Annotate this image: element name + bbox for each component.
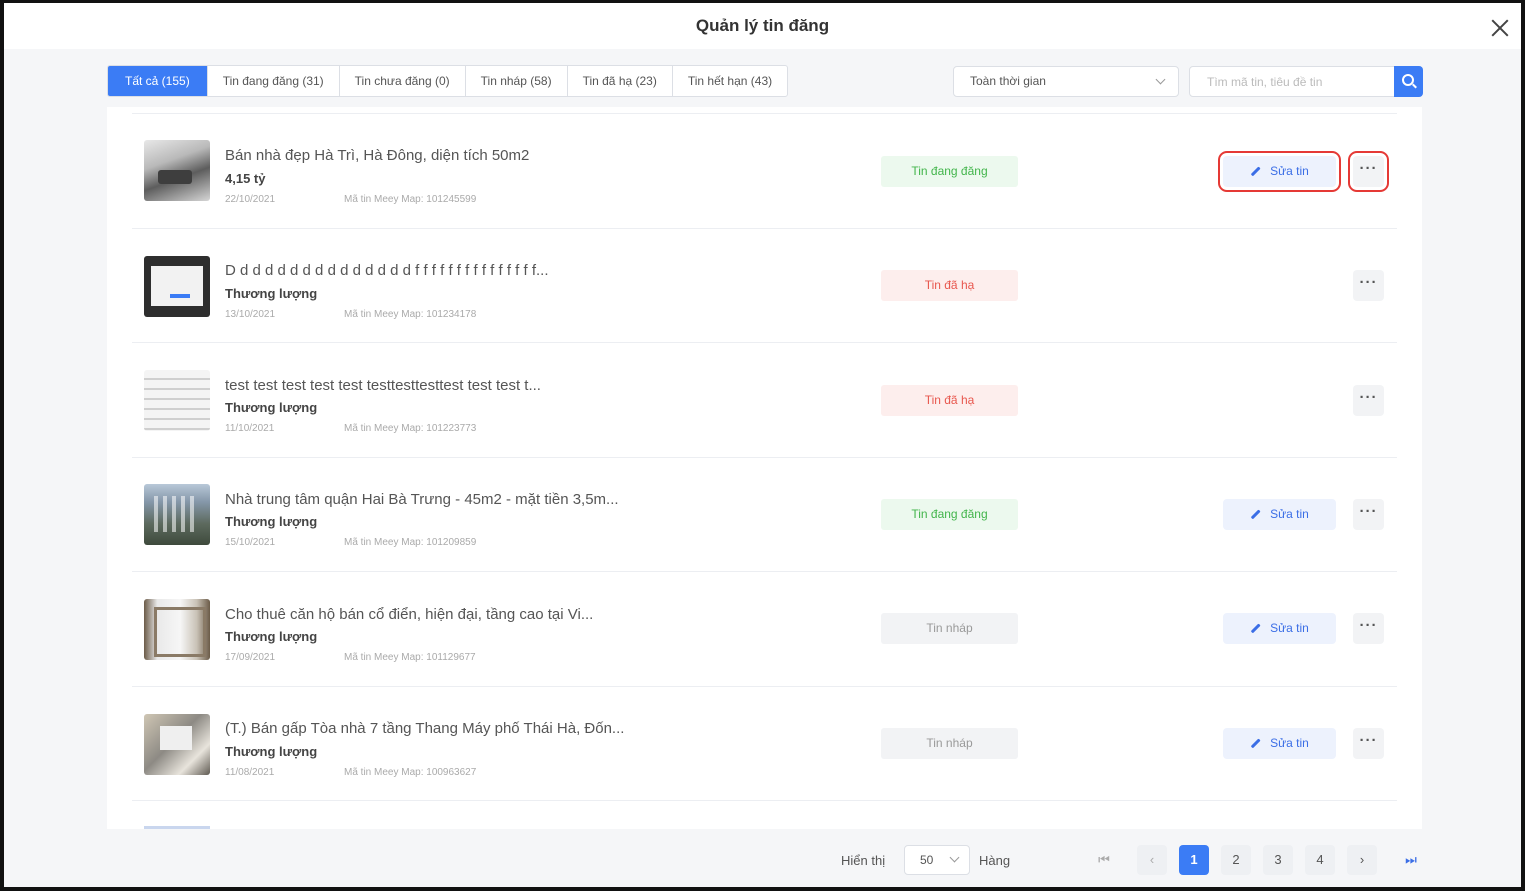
- listing-code: Mã tin Meey Map: 101234178: [344, 309, 477, 320]
- rows-label: Hàng: [979, 853, 1011, 868]
- listing-thumbnail[interactable]: [144, 484, 210, 545]
- edit-listing-button[interactable]: Sửa tin: [1223, 728, 1336, 759]
- listing-price: Thương lượng: [225, 400, 318, 415]
- listing-date: 15/10/2021: [225, 537, 276, 548]
- listing-thumbnail[interactable]: [144, 714, 210, 775]
- listing-title[interactable]: test test test test test testtesttesttes…: [225, 377, 541, 394]
- edit-listing-button[interactable]: Sửa tin: [1223, 613, 1336, 644]
- more-options-button[interactable]: ···: [1353, 270, 1384, 301]
- listing-row[interactable]: Bán nhà đẹp Hà Trì, Hà Đông, diện tích 5…: [132, 113, 1397, 228]
- listing-code: Mã tin Meey Map: 101129677: [344, 652, 476, 663]
- listing-title[interactable]: (T.) Bán gấp Tòa nhà 7 tầng Thang Máy ph…: [225, 720, 624, 737]
- listing-code: Mã tin Meey Map: 101223773: [344, 423, 477, 434]
- listing-date: 11/08/2021: [225, 767, 275, 778]
- status-badge: Tin đã hạ: [881, 385, 1018, 416]
- status-badge: Tin nháp: [881, 613, 1018, 644]
- tab-unpublished[interactable]: Tin chưa đăng (0): [340, 66, 466, 96]
- listing-code: Mã tin Meey Map: 101245599: [344, 194, 477, 205]
- page-size-select[interactable]: 50: [904, 845, 970, 875]
- listing-title[interactable]: Bán nhà đẹp Hà Trì, Hà Đông, diện tích 5…: [225, 147, 529, 164]
- listing-thumbnail[interactable]: [144, 256, 210, 317]
- more-options-button[interactable]: ···: [1353, 499, 1384, 530]
- listing-thumbnail[interactable]: [144, 140, 210, 201]
- first-page-icon[interactable]: ⏮: [1089, 845, 1119, 875]
- page-4-button[interactable]: 4: [1305, 845, 1335, 875]
- page-size-value: 50: [920, 853, 934, 867]
- search-box: [1189, 66, 1423, 97]
- pencil-icon: [1250, 509, 1261, 519]
- tab-active-listings[interactable]: Tin đang đăng (31): [208, 66, 340, 96]
- status-tabs: Tất cả (155) Tin đang đăng (31) Tin chưa…: [107, 65, 789, 97]
- listing-price: Thương lượng: [225, 514, 318, 529]
- listing-row-partial: [132, 800, 1397, 829]
- listing-row[interactable]: Cho thuê căn hộ bán cổ điển, hiện đại, t…: [132, 571, 1397, 686]
- tab-taken-down[interactable]: Tin đã hạ (23): [568, 66, 673, 96]
- listing-row[interactable]: test test test test test testtesttesttes…: [132, 342, 1397, 457]
- listing-thumbnail-partial: [144, 826, 210, 829]
- next-page-icon[interactable]: ›: [1347, 845, 1377, 875]
- pencil-icon: [1250, 738, 1261, 748]
- listing-thumbnail[interactable]: [144, 599, 210, 660]
- listing-list: Bán nhà đẹp Hà Trì, Hà Đông, diện tích 5…: [107, 107, 1422, 829]
- chevron-down-icon: [1155, 74, 1166, 85]
- listing-row[interactable]: (T.) Bán gấp Tòa nhà 7 tầng Thang Máy ph…: [132, 686, 1397, 801]
- more-options-button[interactable]: ···: [1353, 385, 1384, 416]
- last-page-icon[interactable]: ⏭: [1396, 845, 1426, 875]
- status-badge: Tin nháp: [881, 728, 1018, 759]
- pencil-icon: [1250, 623, 1261, 633]
- pencil-icon: [1250, 166, 1261, 176]
- more-options-button[interactable]: ···: [1348, 151, 1389, 192]
- status-badge: Tin đã hạ: [881, 270, 1018, 301]
- time-filter-value: Toàn thời gian: [970, 74, 1046, 88]
- listing-row[interactable]: Nhà trung tâm quận Hai Bà Trưng - 45m2 -…: [132, 457, 1397, 572]
- time-filter-select[interactable]: Toàn thời gian: [953, 66, 1179, 97]
- page-2-button[interactable]: 2: [1221, 845, 1251, 875]
- listing-date: 17/09/2021: [225, 652, 276, 663]
- listing-title[interactable]: Nhà trung tâm quận Hai Bà Trưng - 45m2 -…: [225, 491, 619, 508]
- listing-row[interactable]: D d d d d d d d d d d d d d d f f f f f …: [132, 228, 1397, 343]
- page-3-button[interactable]: 3: [1263, 845, 1293, 875]
- more-options-button[interactable]: ···: [1353, 613, 1384, 644]
- listing-price: Thương lượng: [225, 286, 318, 301]
- listing-title[interactable]: Cho thuê căn hộ bán cổ điển, hiện đại, t…: [225, 606, 593, 623]
- edit-listing-button[interactable]: Sửa tin: [1223, 499, 1336, 530]
- status-badge: Tin đang đăng: [881, 499, 1018, 530]
- tab-expired[interactable]: Tin hết hạn (43): [673, 66, 787, 96]
- listing-title[interactable]: D d d d d d d d d d d d d d d f f f f f …: [225, 262, 549, 279]
- prev-page-icon[interactable]: ‹: [1137, 845, 1167, 875]
- search-button[interactable]: [1394, 66, 1423, 97]
- page-1-button[interactable]: 1: [1179, 845, 1209, 875]
- show-label: Hiển thị: [841, 853, 886, 868]
- chevron-down-icon: [949, 852, 960, 863]
- status-badge: Tin đang đăng: [881, 156, 1018, 187]
- listing-date: 22/10/2021: [225, 194, 276, 205]
- edit-listing-button[interactable]: Sửa tin: [1218, 151, 1341, 192]
- more-options-button[interactable]: ···: [1353, 728, 1384, 759]
- listing-thumbnail[interactable]: [144, 370, 210, 431]
- tab-drafts[interactable]: Tin nháp (58): [466, 66, 568, 96]
- listing-date: 13/10/2021: [225, 309, 276, 320]
- listing-price: 4,15 tỷ: [225, 171, 266, 186]
- listing-price: Thương lượng: [225, 744, 318, 759]
- dialog-title: Quản lý tin đăng: [695, 16, 830, 35]
- close-icon[interactable]: [1487, 15, 1513, 41]
- listing-price: Thương lượng: [225, 629, 318, 644]
- listing-date: 11/10/2021: [225, 423, 275, 434]
- dialog-header: Quản lý tin đăng: [4, 3, 1521, 49]
- listing-code: Mã tin Meey Map: 100963627: [344, 767, 477, 778]
- listing-code: Mã tin Meey Map: 101209859: [344, 537, 477, 548]
- tab-all[interactable]: Tất cả (155): [108, 66, 208, 96]
- search-input[interactable]: [1191, 68, 1391, 95]
